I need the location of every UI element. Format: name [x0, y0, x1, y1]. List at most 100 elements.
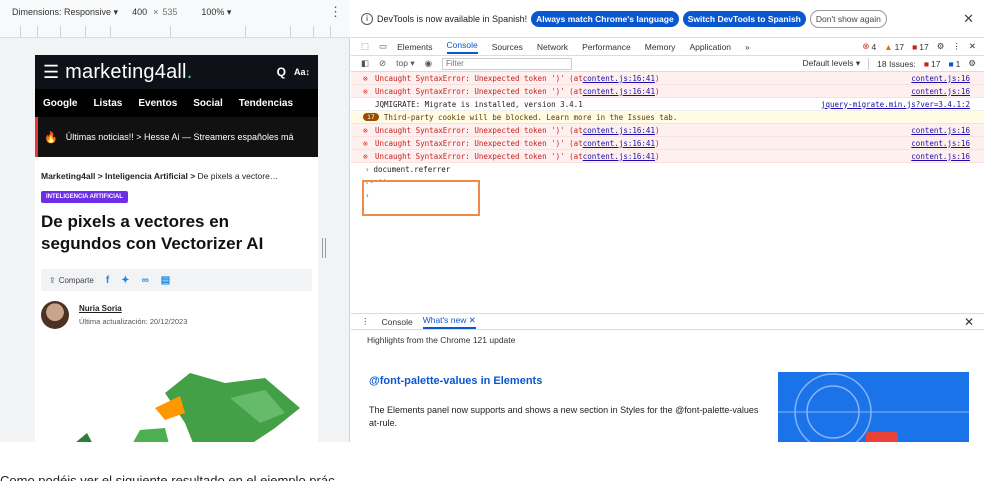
console-input-line[interactable]: › document.referrer: [351, 163, 984, 176]
nav-item-social[interactable]: Social: [185, 98, 230, 109]
context-select[interactable]: top ▾: [396, 58, 414, 69]
error-icon: ⊗: [363, 86, 368, 96]
dont-show-again-button[interactable]: Don't show again: [809, 9, 887, 28]
error-icon: ⊗: [363, 151, 368, 161]
sidebar-toggle-icon[interactable]: ◧: [361, 58, 369, 69]
tab-memory[interactable]: Memory: [645, 42, 676, 52]
news-ticker[interactable]: 🔥 Últimas noticias!! > Hesse Ai — Stream…: [35, 117, 318, 157]
news-ticker-text: Últimas noticias!! > Hesse Ai — Streamer…: [65, 132, 294, 142]
console-message: ⊗ Uncaught SyntaxError: Unexpected token…: [351, 72, 984, 85]
device-emulation-pane: Dimensions: Responsive ▾ 400 × 535 100% …: [0, 0, 350, 442]
whats-new-heading: Highlights from the Chrome 121 update: [367, 335, 516, 345]
resize-handle[interactable]: [322, 238, 326, 258]
console-settings-icon[interactable]: ⚙: [968, 58, 976, 69]
source-link[interactable]: content.js:16:41: [583, 87, 655, 96]
issues-info-count: 1: [955, 58, 961, 69]
issues-warning-icon: ■: [923, 58, 930, 69]
print-icon[interactable]: ▤: [161, 275, 170, 286]
link-icon[interactable]: ∞: [142, 275, 149, 286]
inspect-icon[interactable]: ⬚: [361, 41, 369, 52]
width-input[interactable]: 400: [132, 7, 147, 17]
info-icon: i: [361, 12, 373, 25]
breadcrumb-links[interactable]: Marketing4all > Inteligencia Artificial …: [41, 171, 195, 181]
tab-sources[interactable]: Sources: [492, 42, 523, 52]
warning-icon: ▲: [884, 41, 893, 52]
share-icon: ⇪: [49, 275, 56, 285]
switch-language-button[interactable]: Switch DevTools to Spanish: [682, 10, 806, 27]
twitter-icon[interactable]: ✦: [121, 275, 129, 286]
issue-badge: 17: [363, 113, 379, 121]
category-badge[interactable]: INTELIGENCIA ARTIFICIAL: [41, 191, 128, 203]
source-link[interactable]: content.js:16:41: [583, 139, 655, 148]
share-bar: ⇪ Comparte f ✦ ∞ ▤: [41, 269, 312, 291]
kebab-menu-icon[interactable]: ⋮: [952, 41, 961, 52]
settings-icon[interactable]: ⚙: [937, 41, 945, 52]
nav-item-tendencias[interactable]: Tendencias: [231, 98, 301, 109]
tab-performance[interactable]: Performance: [582, 42, 631, 52]
whats-new-thumbnail[interactable]: [778, 372, 969, 442]
device-toolbar: Dimensions: Responsive ▾ 400 × 535 100% …: [0, 0, 350, 24]
issues-icon: ■: [912, 41, 918, 52]
source-location-link[interactable]: content.js:16: [911, 74, 970, 83]
drawer-tab-whats-new[interactable]: What's new ✕: [422, 315, 476, 329]
font-size-toggle[interactable]: Aa↕: [294, 67, 310, 77]
author-name[interactable]: Nuria Soria: [79, 304, 187, 313]
levels-select[interactable]: Default levels ▾: [802, 58, 860, 69]
close-devtools-icon[interactable]: ✕: [969, 41, 976, 52]
nav-item-listas[interactable]: Listas: [85, 98, 130, 109]
source-location-link[interactable]: content.js:16: [911, 87, 970, 96]
tab-console[interactable]: Console: [446, 40, 478, 54]
console-message: ⊗ Uncaught SyntaxError: Unexpected token…: [351, 124, 984, 137]
site-logo[interactable]: marketing4all.: [65, 61, 192, 84]
devtools-tabs: ⬚ ▭ Elements Console Sources Network Per…: [351, 38, 984, 56]
source-location-link[interactable]: jquery-migrate.min.js?ver=3.4.1:2: [821, 100, 970, 109]
whats-new-item-title[interactable]: @font-palette-values in Elements: [369, 375, 542, 387]
close-icon[interactable]: ✕: [963, 11, 974, 27]
infobar-text: DevTools is now available in Spanish!: [377, 13, 528, 24]
close-drawer-icon[interactable]: ✕: [964, 315, 974, 329]
source-location-link[interactable]: content.js:16: [911, 126, 970, 135]
prompt-caret-icon: ›: [365, 165, 370, 174]
source-link[interactable]: content.js:16:41: [583, 152, 655, 161]
clear-console-icon[interactable]: ⊘: [379, 58, 386, 69]
message-counts[interactable]: ⊗ 4 ▲ 17 ■ 17 ⚙ ⋮ ✕: [854, 41, 976, 52]
search-icon[interactable]: Q: [277, 65, 286, 79]
nav-item-google[interactable]: Google: [35, 98, 85, 109]
issues-info-icon: ■: [948, 58, 954, 69]
drawer-tabs: ⋮ Console What's new ✕ ✕: [351, 313, 984, 330]
source-link[interactable]: content.js:16:41: [583, 126, 655, 135]
more-tabs-button[interactable]: »: [745, 42, 750, 52]
device-toggle-icon[interactable]: ▭: [379, 41, 387, 52]
issues-label[interactable]: 18 Issues:: [877, 59, 916, 69]
tab-network[interactable]: Network: [537, 42, 568, 52]
drawer-menu-icon[interactable]: ⋮: [361, 316, 370, 327]
devtools-panel: i DevTools is now available in Spanish! …: [351, 0, 984, 442]
more-menu-icon[interactable]: ⋮: [329, 4, 342, 20]
filter-input[interactable]: [442, 57, 573, 70]
drawer-tab-console[interactable]: Console: [382, 317, 413, 327]
tab-elements[interactable]: Elements: [397, 42, 432, 52]
issues-count: 17: [919, 41, 929, 52]
eye-icon[interactable]: ◉: [425, 58, 432, 69]
console-toolbar: ◧ ⊘ top ▾ ◉ Default levels ▾ 18 Issues: …: [351, 56, 984, 72]
tab-application[interactable]: Application: [689, 42, 731, 52]
menu-icon[interactable]: ☰: [43, 63, 59, 81]
height-input[interactable]: 535: [162, 7, 177, 17]
author-block: Nuria Soria Última actualización: 20/12/…: [35, 291, 318, 329]
zoom-select[interactable]: 100% ▾: [201, 7, 231, 18]
nav-item-eventos[interactable]: Eventos: [130, 98, 185, 109]
source-location-link[interactable]: content.js:16: [911, 139, 970, 148]
match-language-button[interactable]: Always match Chrome's language: [531, 10, 679, 27]
flame-icon: 🔥: [44, 131, 58, 144]
site-header: ☰ marketing4all. Q Aa↕: [35, 55, 318, 89]
source-link[interactable]: content.js:16:41: [583, 74, 655, 83]
console-input-text: document.referrer: [373, 165, 451, 174]
console-message[interactable]: 17 Third-party cookie will be blocked. L…: [351, 111, 984, 124]
facebook-icon[interactable]: f: [106, 275, 109, 286]
warning-count: 17: [894, 41, 905, 52]
dimensions-select[interactable]: Dimensions: Responsive ▾: [12, 7, 118, 18]
error-icon: ⊗: [363, 125, 368, 135]
avatar: [41, 301, 69, 329]
source-location-link[interactable]: content.js:16: [911, 152, 970, 161]
language-infobar: i DevTools is now available in Spanish! …: [351, 0, 984, 38]
